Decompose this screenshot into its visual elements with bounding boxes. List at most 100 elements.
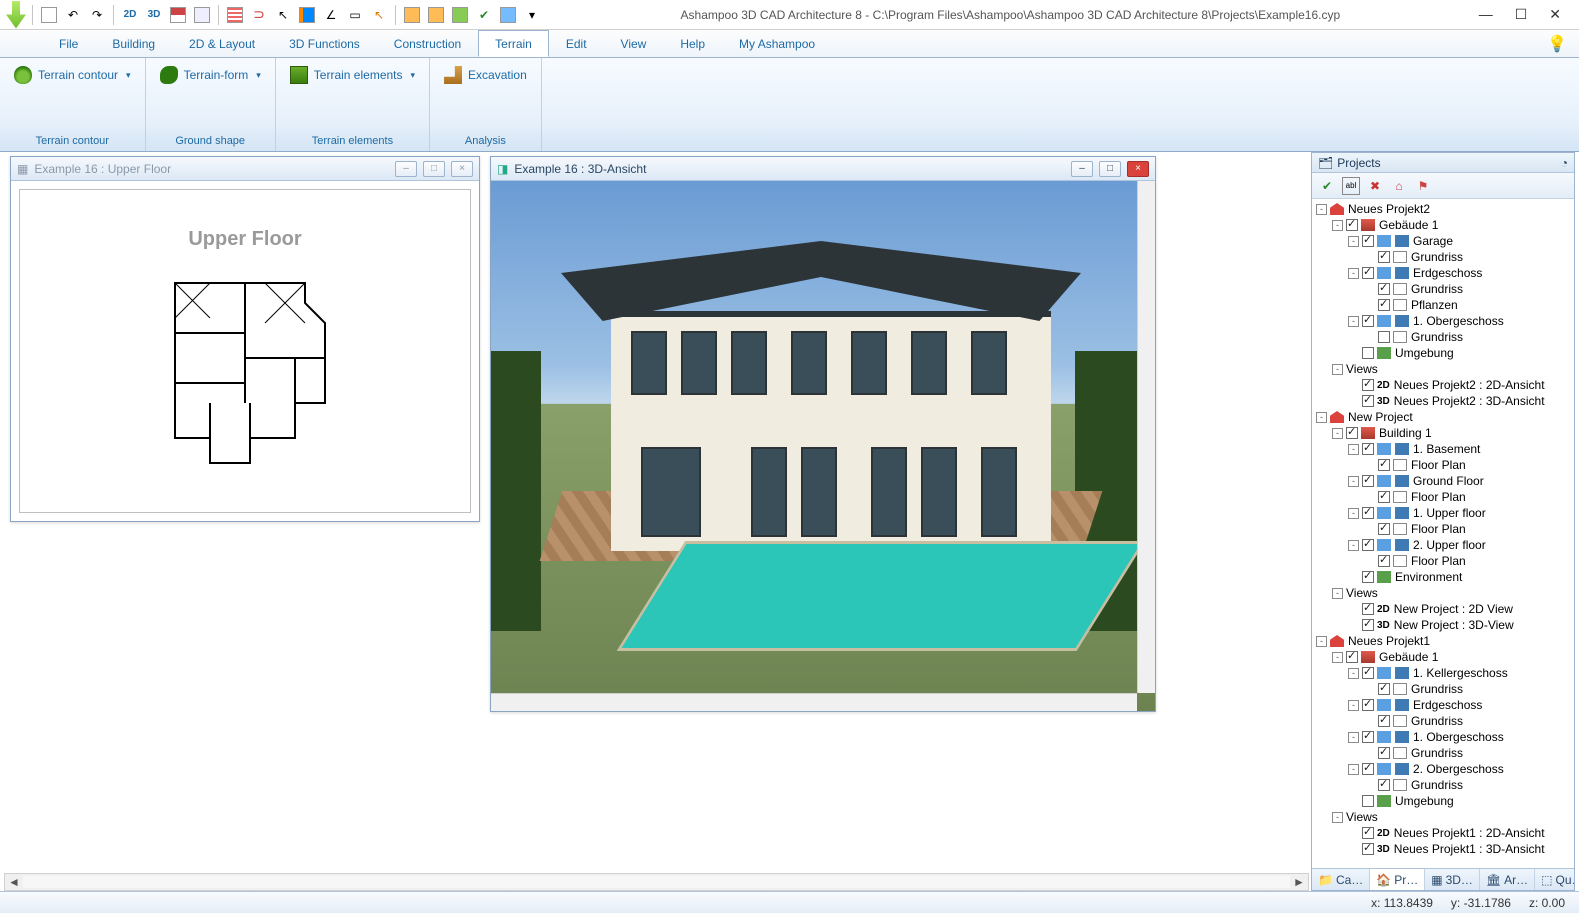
window-3d-maximize[interactable]: □ xyxy=(1099,161,1121,177)
tree-node[interactable]: -Building 1 xyxy=(1312,425,1574,441)
tree-node[interactable]: -Erdgeschoss xyxy=(1312,265,1574,281)
terrain-elements-button[interactable]: Terrain elements xyxy=(284,62,421,88)
menu-help[interactable]: Help xyxy=(663,30,722,57)
tree-checkbox[interactable] xyxy=(1362,475,1374,487)
tree-checkbox[interactable] xyxy=(1362,843,1374,855)
tree-checkbox[interactable] xyxy=(1362,795,1374,807)
window-3d-body[interactable] xyxy=(491,181,1155,711)
viewport-vscrollbar[interactable] xyxy=(1137,181,1155,693)
tree-node[interactable]: 3DNeues Projekt2 : 3D-Ansicht xyxy=(1312,393,1574,409)
tree-rename-icon[interactable]: abl xyxy=(1342,177,1360,195)
tree-node[interactable]: Umgebung xyxy=(1312,793,1574,809)
tree-checkbox[interactable] xyxy=(1378,251,1390,263)
tree-node[interactable]: Floor Plan xyxy=(1312,489,1574,505)
cursor-icon[interactable]: ↖ xyxy=(273,5,293,25)
tree-checkbox[interactable] xyxy=(1362,699,1374,711)
tree-checkbox[interactable] xyxy=(1378,491,1390,503)
tool-c-icon[interactable] xyxy=(450,5,470,25)
tree-checkbox[interactable] xyxy=(1378,299,1390,311)
grid-icon[interactable] xyxy=(225,5,245,25)
tree-checkbox[interactable] xyxy=(1362,827,1374,839)
tree-checkbox[interactable] xyxy=(1362,571,1374,583)
collapse-icon[interactable]: - xyxy=(1332,812,1343,823)
terrain-contour-button[interactable]: Terrain contour xyxy=(8,62,137,88)
panel-tab[interactable]: ▦3D… xyxy=(1425,869,1480,890)
tree-node[interactable]: Pflanzen xyxy=(1312,297,1574,313)
tree-node[interactable]: -1. Obergeschoss xyxy=(1312,313,1574,329)
menu-building[interactable]: Building xyxy=(95,30,172,57)
tree-node[interactable]: 3DNew Project : 3D-View xyxy=(1312,617,1574,633)
tree-checkbox[interactable] xyxy=(1362,235,1374,247)
tree-checkbox[interactable] xyxy=(1362,507,1374,519)
tree-node[interactable]: -Garage xyxy=(1312,233,1574,249)
tree-checkbox[interactable] xyxy=(1378,747,1390,759)
tree-checkbox[interactable] xyxy=(1346,651,1358,663)
tree-node[interactable]: Floor Plan xyxy=(1312,457,1574,473)
render-viewport[interactable] xyxy=(491,181,1155,711)
projects-panel-title[interactable]: 🗂 Projects ◔ xyxy=(1312,153,1574,173)
tree-node[interactable]: 2DNeues Projekt2 : 2D-Ansicht xyxy=(1312,377,1574,393)
tree-checkbox[interactable] xyxy=(1362,347,1374,359)
tree-checkbox[interactable] xyxy=(1378,555,1390,567)
collapse-icon[interactable]: - xyxy=(1332,220,1343,231)
select-icon[interactable]: ▭ xyxy=(345,5,365,25)
menu-my-ashampoo[interactable]: My Ashampoo xyxy=(722,30,832,57)
tree-node[interactable]: -Gebäude 1 xyxy=(1312,217,1574,233)
tree-node[interactable]: Environment xyxy=(1312,569,1574,585)
collapse-icon[interactable]: - xyxy=(1348,508,1359,519)
tree-checkbox[interactable] xyxy=(1362,667,1374,679)
new-file-icon[interactable] xyxy=(39,5,59,25)
menu-terrain[interactable]: Terrain xyxy=(478,30,549,57)
collapse-icon[interactable]: - xyxy=(1348,476,1359,487)
menu-edit[interactable]: Edit xyxy=(549,30,604,57)
tree-node[interactable]: 2DNeues Projekt1 : 2D-Ansicht xyxy=(1312,825,1574,841)
collapse-icon[interactable]: - xyxy=(1348,668,1359,679)
tree-checkbox[interactable] xyxy=(1378,331,1390,343)
tree-node[interactable]: Grundriss xyxy=(1312,249,1574,265)
window-2d-body[interactable]: Upper Floor xyxy=(11,181,479,521)
window-2d-close[interactable]: × xyxy=(451,161,473,177)
collapse-icon[interactable]: - xyxy=(1332,364,1343,375)
collapse-icon[interactable]: - xyxy=(1348,732,1359,743)
tree-checkbox[interactable] xyxy=(1378,283,1390,295)
tool-d-icon[interactable] xyxy=(498,5,518,25)
tree-node[interactable]: Grundriss xyxy=(1312,329,1574,345)
tree-node[interactable]: -New Project xyxy=(1312,409,1574,425)
menu-construction[interactable]: Construction xyxy=(377,30,478,57)
window-2d-titlebar[interactable]: ▦ Example 16 : Upper Floor – □ × xyxy=(11,157,479,181)
tree-checkbox[interactable] xyxy=(1346,427,1358,439)
collapse-icon[interactable]: - xyxy=(1348,316,1359,327)
section-icon[interactable] xyxy=(168,5,188,25)
close-button[interactable]: ✕ xyxy=(1549,6,1561,23)
tree-checkbox[interactable] xyxy=(1362,731,1374,743)
panel-tab[interactable]: 📁Ca… xyxy=(1312,869,1370,890)
mode-3d-icon[interactable]: 3D xyxy=(144,5,164,25)
tree-checkbox[interactable] xyxy=(1378,683,1390,695)
collapse-icon[interactable]: - xyxy=(1348,444,1359,455)
window-2d-maximize[interactable]: □ xyxy=(423,161,445,177)
tree-checkbox[interactable] xyxy=(1362,315,1374,327)
menu-file[interactable]: File xyxy=(42,30,95,57)
tree-node[interactable]: Grundriss xyxy=(1312,745,1574,761)
collapse-icon[interactable]: - xyxy=(1348,268,1359,279)
window-3d-minimize[interactable]: – xyxy=(1071,161,1093,177)
mode-2d-icon[interactable]: 2D xyxy=(120,5,140,25)
help-icon[interactable]: 💡 xyxy=(1535,30,1579,57)
tree-checkbox[interactable] xyxy=(1362,619,1374,631)
tree-checkbox[interactable] xyxy=(1362,443,1374,455)
view-icon[interactable] xyxy=(192,5,212,25)
tool-check-icon[interactable]: ✔ xyxy=(474,5,494,25)
tree-checkbox[interactable] xyxy=(1362,539,1374,551)
collapse-icon[interactable]: - xyxy=(1348,540,1359,551)
tree-node[interactable]: 3DNeues Projekt1 : 3D-Ansicht xyxy=(1312,841,1574,857)
panel-tab[interactable]: 🏛Ar… xyxy=(1480,869,1535,890)
tree-checkbox[interactable] xyxy=(1362,267,1374,279)
tree-node[interactable]: -1. Obergeschoss xyxy=(1312,729,1574,745)
tree-node[interactable]: -1. Basement xyxy=(1312,441,1574,457)
tool-a-icon[interactable] xyxy=(402,5,422,25)
tree-node[interactable]: -Views xyxy=(1312,361,1574,377)
tree-node[interactable]: Grundriss xyxy=(1312,681,1574,697)
tree-delete-icon[interactable]: ✖ xyxy=(1366,177,1384,195)
tree-node[interactable]: Grundriss xyxy=(1312,777,1574,793)
tree-node[interactable]: -Views xyxy=(1312,809,1574,825)
